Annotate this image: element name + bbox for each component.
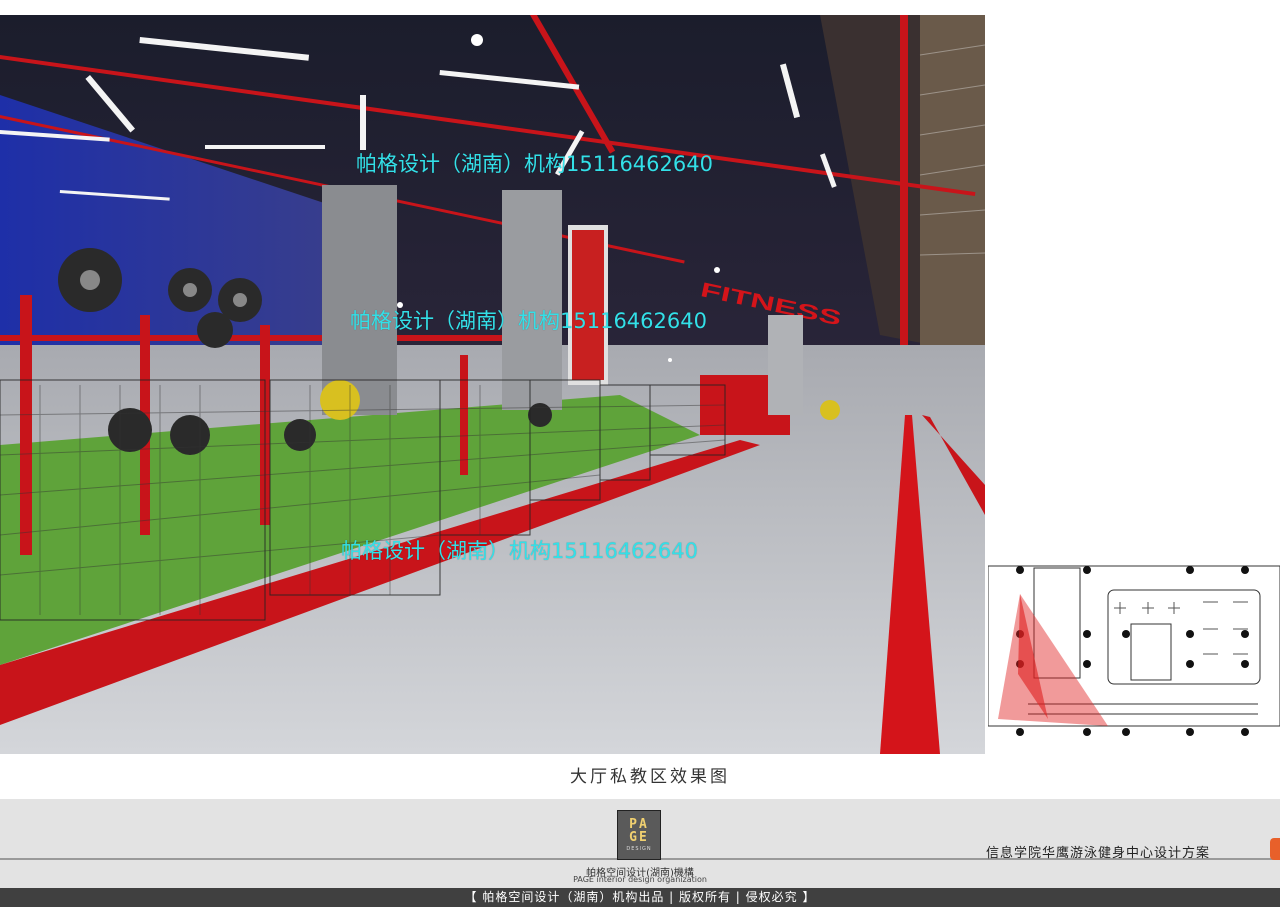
gym-render-image: FITNESS [0, 15, 985, 754]
page-logo: PA GE DESIGN [617, 810, 661, 860]
project-title: 信息学院华鹰游泳健身中心设计方案 [986, 846, 1211, 861]
logo-subtext: DESIGN [626, 846, 652, 852]
logo-text-bottom: GE [629, 830, 649, 845]
org-name-en: PAGE interior design organization [573, 875, 707, 884]
watermark-text: 帕格设计（湖南）机构15116462640 [341, 539, 698, 563]
image-caption: 大厅私教区效果图 [570, 767, 730, 787]
floor-plan-thumbnail [988, 554, 1280, 754]
brand-corner-icon [1270, 838, 1280, 860]
gym-interior-illustration: FITNESS [0, 15, 985, 754]
watermark-text: 帕格设计（湖南）机构15116462640 [350, 309, 707, 333]
floor-plan-drawing [988, 565, 1280, 736]
watermark-text: 帕格设计（湖南）机构15116462640 [356, 152, 713, 176]
copyright-bar: 【 帕格空间设计（湖南）机构出品 | 版权所有 | 侵权必究 】 [0, 888, 1280, 907]
